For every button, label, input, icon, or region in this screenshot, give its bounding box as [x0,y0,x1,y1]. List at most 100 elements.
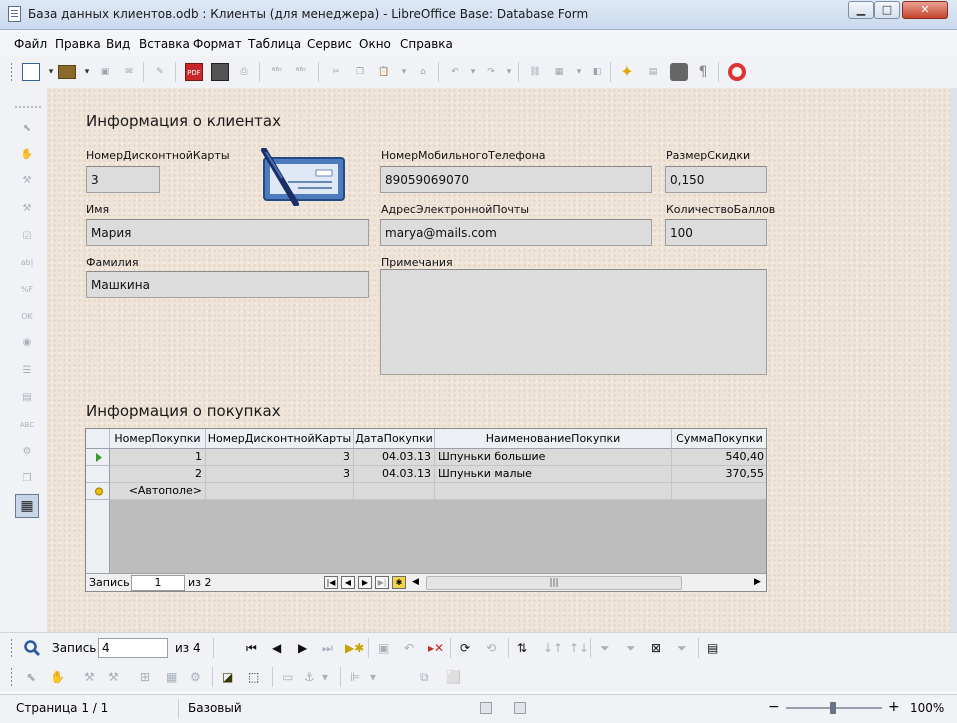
document-modified-icon[interactable] [514,702,526,714]
copy-icon[interactable]: ❐ [351,63,369,81]
zoom-level[interactable]: 100% [910,701,944,715]
show-draw-functions-icon[interactable]: ◧ [588,63,606,81]
navigator-icon[interactable]: ✦ [618,63,636,81]
reset-filter-icon[interactable]: ⏷ [677,642,687,654]
position-size-icon[interactable]: ▭ [282,671,293,683]
activation-order-icon[interactable]: ⚙ [190,671,201,683]
menu-window[interactable]: Окно [359,37,391,51]
sort-icon[interactable]: ⇅ [517,642,527,654]
new-record-icon[interactable]: ▶✱ [345,642,364,654]
email-icon[interactable]: ✉ [120,63,138,81]
search-icon[interactable] [23,639,41,657]
first-name-field[interactable]: Мария [86,219,369,246]
next-record-icon[interactable]: ▶ [358,576,372,589]
save-icon[interactable]: ▣ [96,63,114,81]
last-record-icon[interactable]: ⏭ [322,642,333,654]
column-header[interactable]: СуммаПокупки [672,429,766,449]
column-header[interactable]: ДатаПокупки [354,429,435,449]
bring-to-front-icon[interactable]: ⧉ [420,671,429,683]
table-cell[interactable]: 2 [110,466,206,483]
new-record-icon[interactable]: ✱ [392,576,406,589]
text-box-icon[interactable]: ab| [18,254,36,272]
gallery-icon[interactable]: ▤ [644,63,662,81]
points-field[interactable]: 100 [665,219,767,246]
select-icon[interactable]: ⬉ [26,671,36,683]
record-input[interactable]: 4 [98,638,168,658]
clone-formatting-icon[interactable]: ⌂ [414,63,432,81]
zoom-out-icon[interactable]: − [768,699,780,715]
menu-help[interactable]: Справка [400,37,453,51]
list-box-icon[interactable]: ☰ [18,362,36,380]
table-cell[interactable]: 540,40 [672,449,766,466]
undo-icon[interactable]: ↶ [446,63,464,81]
form-design-icon[interactable]: ❐ [18,470,36,488]
first-record-icon[interactable]: |◀ [324,576,338,589]
table-cell[interactable] [354,483,435,500]
email-field[interactable]: marya@mails.com [380,219,652,246]
menu-file[interactable]: Файл [14,37,47,51]
toolbar-grip[interactable] [10,667,13,687]
delete-record-icon[interactable]: ▸✕ [428,642,444,654]
form-properties-icon[interactable]: ⚒ [108,671,119,683]
toolbar-grip[interactable] [10,62,13,82]
alignment-icon[interactable]: ⊫ [350,671,360,683]
select-icon[interactable]: ⬉ [18,120,36,138]
table-cell[interactable] [435,483,672,500]
last-name-field[interactable]: Машкина [86,271,369,298]
purchases-table[interactable]: НомерПокупки НомерДисконтнойКарты ДатаПо… [85,428,767,592]
undo-record-icon[interactable]: ↶ [404,642,414,654]
edit-file-icon[interactable]: ✎ [151,63,169,81]
add-field-icon[interactable]: ▦ [166,671,177,683]
grid-record-input[interactable]: 1 [131,575,185,591]
formatting-marks-icon[interactable]: ¶ [694,63,712,81]
control-icon[interactable]: ⚒ [18,172,36,190]
combo-box-icon[interactable]: ▤ [18,389,36,407]
option-button-icon[interactable]: ◉ [18,334,36,352]
automatic-control-focus-icon[interactable]: ⬚ [248,671,259,683]
first-record-icon[interactable]: ⏮ [246,642,257,654]
new-document-icon[interactable] [22,63,40,81]
dropdown-arrow-icon[interactable]: ▾ [500,63,518,81]
row-selector-current[interactable] [86,449,110,466]
column-header[interactable]: НомерПокупки [110,429,206,449]
control-properties-icon[interactable]: ⚒ [84,671,95,683]
table-cell[interactable]: 04.03.13 [354,449,435,466]
paste-icon[interactable]: 📋 [375,63,393,81]
data-sources-icon[interactable] [670,63,688,81]
dropdown-arrow-icon[interactable]: ▾ [78,63,96,81]
apply-filter-icon[interactable]: ⏷ [626,642,636,654]
toolbar-grip[interactable] [10,638,13,658]
notes-field[interactable] [380,269,767,375]
last-record-icon[interactable]: ▶| [375,576,389,589]
print-preview-icon[interactable]: ⎙ [235,63,253,81]
sort-descending-icon[interactable]: ↑↓ [569,642,589,654]
menu-edit[interactable]: Правка [55,37,101,51]
refresh-icon[interactable]: ⟳ [460,642,470,654]
autofilter-icon[interactable]: ⏷ [600,642,610,654]
menu-insert[interactable]: Вставка [139,37,190,51]
autofield-placeholder[interactable]: <Автополе> [110,483,206,500]
previous-record-icon[interactable]: ◀ [341,576,355,589]
save-record-icon[interactable]: ▣ [378,642,389,654]
menu-format[interactable]: Формат [193,37,242,51]
zoom-slider-handle[interactable] [830,702,836,714]
dropdown-arrow-icon[interactable]: ▾ [395,63,413,81]
hyperlink-icon[interactable]: ⛓ [526,63,544,81]
redo-icon[interactable]: ↷ [482,63,500,81]
maximize-button[interactable]: □ [874,1,900,19]
open-folder-icon[interactable] [58,65,76,79]
mobile-field[interactable]: 89059069070 [380,166,652,193]
wizards-on-off-icon[interactable]: ▦ [15,494,39,518]
previous-record-icon[interactable]: ◀ [272,642,281,654]
export-pdf-icon[interactable]: PDF [185,63,203,81]
table-cell[interactable]: 370,55 [672,466,766,483]
selection-mode-icon[interactable] [480,702,492,714]
sort-ascending-icon[interactable]: ↓↑ [543,642,563,654]
scroll-left-icon[interactable]: ◀ [412,577,419,587]
table-cell[interactable] [672,483,766,500]
next-record-icon[interactable]: ▶ [298,642,307,654]
design-mode-icon[interactable]: ✋ [18,146,36,164]
open-in-design-mode-icon[interactable]: ◪ [222,671,233,683]
dropdown-arrow-icon[interactable]: ▾ [322,671,328,683]
refresh-control-icon[interactable]: ⟲ [486,642,496,654]
